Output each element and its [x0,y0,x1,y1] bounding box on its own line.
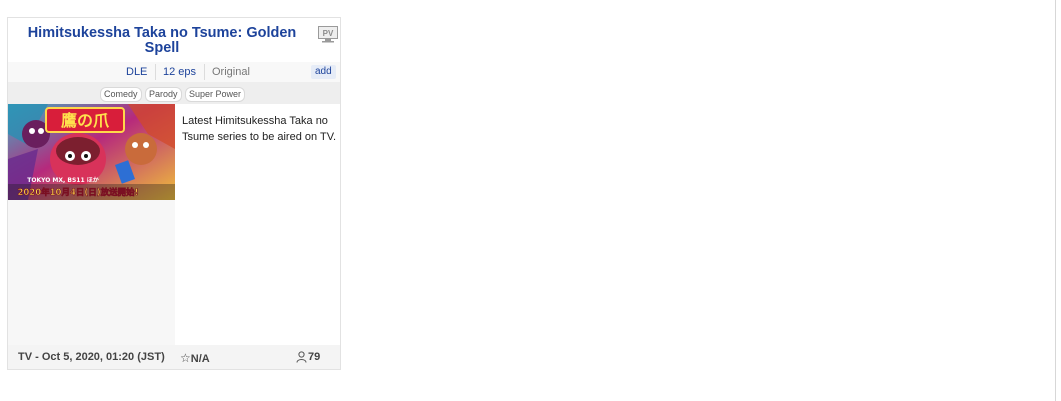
poster-logo-text: 鷹の爪 [61,111,110,130]
pv-label: PV [323,29,334,38]
poster-date-text: 2020年10月4日(日)放送開始! [17,187,138,198]
user-icon [296,351,307,363]
genre-tag-parody[interactable]: Parody [145,87,182,102]
divider [155,64,156,80]
score-value: N/A [190,353,210,365]
source-label: Original [212,66,250,78]
broadcast-info: TV - Oct 5, 2020, 01:20 (JST) [18,351,165,363]
divider [204,64,205,80]
star-icon: ☆ [180,351,191,365]
genre-tag-super-power[interactable]: Super Power [185,87,246,102]
add-button[interactable]: add [311,65,336,79]
poster-network-text: TOKYO MX, BS11 ほか [27,176,98,184]
synopsis-text: Latest Himitsukessha Taka no Tsume serie… [182,115,337,143]
card-header: Himitsukessha Taka no Tsume: Golden Spel… [8,18,340,62]
genre-tag-comedy[interactable]: Comedy [100,87,142,102]
info-bar: DLE 12 eps Original add [8,62,340,82]
card-footer: TV - Oct 5, 2020, 01:20 (JST) ☆N/A 79 [8,345,340,369]
score-display: ☆N/A [180,351,210,365]
genres-bar: Comedy Parody Super Power [8,82,340,104]
anime-title-link[interactable]: Himitsukessha Taka no Tsume: Golden Spel… [22,26,302,56]
members-display: 79 [296,351,321,363]
anime-card: Himitsukessha Taka no Tsume: Golden Spel… [7,17,341,370]
studio-link[interactable]: DLE [126,65,147,79]
episodes-count: 12 eps [163,66,197,78]
members-count: 79 [308,351,321,363]
scrollbar-edge [1055,0,1056,401]
pv-icon[interactable]: PV [318,26,338,43]
poster-image[interactable]: 鷹の爪 TOKYO MX, BS11 ほか 2020年10月4日(日)放送開始! [8,104,175,200]
